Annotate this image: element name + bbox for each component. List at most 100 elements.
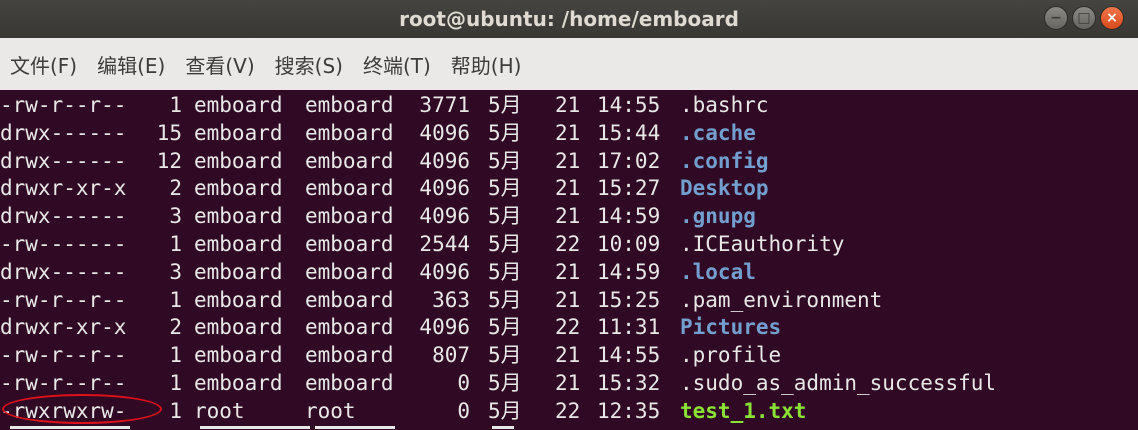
listing-row: -rw-r--r-- 1 emboard emboard 3771 5月 21 14:55 .b… — [0, 91, 1138, 119]
col-size: 4096 — [419, 315, 470, 340]
col-group: emboard — [305, 259, 394, 284]
col-links: 3 — [169, 259, 182, 284]
col-size: 363 — [432, 287, 470, 312]
col-owner: emboard — [194, 232, 283, 256]
col-month: 5月 — [488, 93, 522, 117]
menu-edit[interactable]: 编辑(E) — [97, 50, 165, 79]
col-time: 14:55 — [597, 93, 661, 117]
col-day: 21 — [555, 343, 581, 368]
col-name: Desktop — [680, 176, 769, 201]
col-links: 3 — [169, 204, 182, 229]
col-group: emboard — [305, 120, 394, 145]
col-month: 5月 — [488, 398, 522, 423]
col-time: 17:02 — [597, 148, 661, 173]
col-day: 22 — [555, 232, 581, 256]
menu-file[interactable]: 文件(F) — [10, 50, 77, 79]
listing-row: -rw-r--r-- 1 emboard emboard 807 5月 21 14:55 .pr… — [0, 341, 1138, 369]
col-group: emboard — [305, 148, 394, 173]
col-permissions: drwx------ — [0, 204, 127, 229]
col-links: 1 — [169, 287, 182, 312]
listing-row: drwx------ 15 emboard emboard 4096 5月 21 15:44.… — [0, 119, 1138, 147]
col-name: .gnupg — [680, 204, 756, 229]
col-permissions: -rw------- — [0, 232, 127, 256]
col-owner: emboard — [194, 343, 283, 368]
col-size: 807 — [432, 343, 470, 368]
col-name: .bashrc — [680, 93, 769, 117]
col-time: 11:31 — [597, 315, 661, 340]
col-name: test_1.txt — [680, 398, 807, 423]
col-time: 15:44 — [597, 120, 661, 145]
col-links: 2 — [169, 315, 182, 340]
col-month: 5月 — [488, 120, 522, 145]
menu-help[interactable]: 帮助(H) — [451, 50, 522, 79]
col-size: 4096 — [419, 259, 470, 284]
col-time: 15:27 — [597, 176, 661, 201]
col-permissions: -rwxrwxrw- — [0, 398, 127, 423]
title-bar[interactable]: root@ubuntu: /home/emboard − □ × — [0, 0, 1138, 38]
col-time: 14:59 — [597, 204, 661, 229]
col-size: 4096 — [419, 120, 470, 145]
col-month: 5月 — [488, 259, 522, 284]
col-permissions: drwxr-xr-x — [0, 315, 127, 340]
listing-row: drwxr-xr-x 2 emboard emboard 4096 5月 21 15:27 De… — [0, 174, 1138, 202]
col-owner: emboard — [194, 148, 283, 173]
col-links: 12 — [156, 148, 182, 173]
col-owner: emboard — [194, 371, 283, 395]
col-size: 0 — [457, 371, 470, 395]
listing-row: drwx------ 3 emboard emboard 4096 5月 21 14:59 .g… — [0, 202, 1138, 230]
col-owner: emboard — [194, 287, 283, 312]
window-title: root@ubuntu: /home/emboard — [399, 7, 739, 31]
col-owner: emboard — [194, 259, 283, 284]
col-group: emboard — [305, 287, 394, 312]
listing-row: drwxr-xr-x 2 emboard emboard 4096 5月 22 11:31 Pi… — [0, 313, 1138, 341]
listing-row: -rw-r--r-- 1 emboard emboard 363 5月 21 15:25 .pa… — [0, 286, 1138, 314]
terminal-output[interactable]: -rw-r--r-- 1 emboard emboard 3771 5月 21 14:55 .b… — [0, 90, 1138, 430]
col-permissions: -rw-r--r-- — [0, 287, 127, 312]
minimize-button[interactable]: − — [1044, 6, 1068, 30]
col-links: 1 — [169, 93, 182, 117]
close-button[interactable]: × — [1100, 6, 1124, 30]
menu-search[interactable]: 搜索(S) — [275, 50, 343, 79]
col-group: root — [305, 398, 356, 423]
maximize-button[interactable]: □ — [1072, 6, 1096, 30]
col-links: 2 — [169, 176, 182, 201]
col-month: 5月 — [488, 176, 522, 201]
col-owner: emboard — [194, 204, 283, 229]
col-permissions: -rw-r--r-- — [0, 343, 127, 368]
menu-terminal[interactable]: 终端(T) — [363, 50, 431, 79]
listing-row: drwx------ 3 emboard emboard 4096 5月 21 14:59 .l… — [0, 258, 1138, 286]
col-links: 1 — [169, 398, 182, 423]
menu-view[interactable]: 查看(V) — [185, 50, 254, 79]
col-name: .pam_environment — [680, 287, 883, 312]
col-permissions: -rw-r--r-- — [0, 93, 127, 117]
col-name: Pictures — [680, 315, 782, 340]
col-group: emboard — [305, 315, 394, 340]
col-name: .profile — [680, 343, 782, 368]
col-permissions: drwxr-xr-x — [0, 176, 127, 201]
window-controls: − □ × — [1044, 6, 1124, 30]
listing-row: -rwxrwxrw- 1 root root 0 5月 22 12:35 test_1.txt — [0, 397, 1138, 425]
col-day: 21 — [555, 120, 581, 145]
col-name: .sudo_as_admin_successful — [680, 371, 997, 395]
col-size: 4096 — [419, 148, 470, 173]
col-links: 1 — [169, 232, 182, 256]
listing-row: -rw-r--r-- 1 emboard emboard 0 5月 21 15:32 .sudo… — [0, 369, 1138, 397]
col-permissions: drwx------ — [0, 259, 127, 284]
col-permissions: drwx------ — [0, 148, 127, 173]
col-month: 5月 — [488, 315, 522, 340]
col-day: 21 — [555, 148, 581, 173]
col-time: 15:32 — [597, 371, 661, 395]
col-time: 14:59 — [597, 259, 661, 284]
col-owner: emboard — [194, 93, 283, 117]
col-links: 1 — [169, 343, 182, 368]
col-size: 0 — [457, 398, 470, 423]
col-group: emboard — [305, 176, 394, 201]
col-month: 5月 — [488, 204, 522, 229]
col-links: 1 — [169, 371, 182, 395]
col-day: 22 — [555, 315, 581, 340]
col-time: 14:55 — [597, 343, 661, 368]
col-group: emboard — [305, 343, 394, 368]
menu-bar: 文件(F) 编辑(E) 查看(V) 搜索(S) 终端(T) 帮助(H) — [0, 38, 1138, 90]
col-day: 22 — [555, 398, 581, 423]
col-day: 21 — [555, 204, 581, 229]
